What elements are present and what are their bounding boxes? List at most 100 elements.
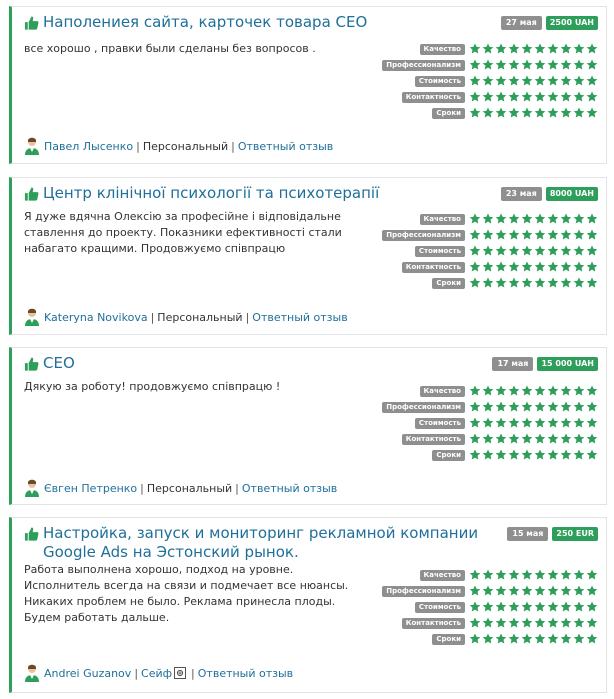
thumbs-up-icon xyxy=(24,357,39,371)
star-icon xyxy=(534,601,546,612)
star-icon xyxy=(534,617,546,628)
star-icon xyxy=(482,601,494,612)
star-icon xyxy=(508,229,520,240)
star-icon xyxy=(521,277,533,288)
stars xyxy=(469,261,598,273)
star-icon xyxy=(469,417,481,428)
rating-label: Качество xyxy=(419,43,465,55)
price-badge: 8000 UAH xyxy=(545,187,598,201)
author-link[interactable]: Andrei Guzanov xyxy=(44,667,131,680)
rating-row: Сроки xyxy=(418,447,598,463)
star-icon xyxy=(534,277,546,288)
star-icon xyxy=(495,245,507,256)
avatar-icon xyxy=(25,664,39,682)
star-icon xyxy=(534,91,546,102)
separator: | xyxy=(150,310,155,324)
rating-row: Стоимость xyxy=(414,599,598,615)
star-icon xyxy=(495,617,507,628)
author-link[interactable]: Kateryna Novikova xyxy=(44,311,148,324)
star-icon xyxy=(495,417,507,428)
reply-link[interactable]: Ответный отзыв xyxy=(242,482,337,495)
rating-label: Профессионализм xyxy=(382,229,465,241)
star-icon xyxy=(508,75,520,86)
star-icon xyxy=(469,43,481,54)
star-icon xyxy=(586,601,598,612)
safe-deal-link[interactable]: Сейф xyxy=(141,667,172,680)
rating-row: Качество xyxy=(418,383,598,399)
rating-label: Качество xyxy=(419,213,465,225)
star-icon xyxy=(508,401,520,412)
reply-link[interactable]: Ответный отзыв xyxy=(252,311,347,324)
avatar-icon xyxy=(25,137,39,155)
review-title[interactable]: Центр клінічної психології та психотерап… xyxy=(43,184,379,203)
star-icon xyxy=(521,59,533,70)
star-icon xyxy=(482,43,494,54)
stars xyxy=(469,601,598,613)
star-icon xyxy=(521,385,533,396)
review-text: Я дуже вдячна Олексію за професійне і ві… xyxy=(24,210,342,255)
star-icon xyxy=(586,633,598,644)
ratings-block: Качество Профессионализм Стоимость Конта… xyxy=(382,41,598,121)
star-icon xyxy=(495,385,507,396)
thumbs-up-icon xyxy=(24,16,39,30)
rating-row: Качество xyxy=(418,567,598,583)
star-icon xyxy=(521,75,533,86)
star-icon xyxy=(547,569,559,580)
reply-link[interactable]: Ответный отзыв xyxy=(198,667,293,680)
star-icon xyxy=(482,229,494,240)
review-type: Персональный xyxy=(142,139,229,153)
star-icon xyxy=(573,277,585,288)
star-icon xyxy=(508,213,520,224)
author-link[interactable]: Євген Петренко xyxy=(44,482,137,495)
review-text: Дякую за роботу! продовжуємо співпрацю ! xyxy=(24,380,281,393)
stars xyxy=(469,569,598,581)
avatar-icon xyxy=(25,308,39,326)
star-icon xyxy=(469,229,481,240)
star-icon xyxy=(521,633,533,644)
ratings-block: Качество Профессионализм Стоимость Конта… xyxy=(382,383,598,463)
star-icon xyxy=(560,75,572,86)
star-icon xyxy=(508,417,520,428)
star-icon xyxy=(560,601,572,612)
review-title[interactable]: Наполениея сайта, карточек товара СЕО xyxy=(43,13,367,32)
date-badge: 17 мая xyxy=(492,357,534,371)
rating-label: Контактность xyxy=(401,91,465,103)
star-icon xyxy=(547,229,559,240)
star-icon xyxy=(482,385,494,396)
review-title[interactable]: Настройка, запуск и мониторинг рекламной… xyxy=(43,524,494,562)
star-icon xyxy=(495,401,507,412)
star-icon xyxy=(534,107,546,118)
ratings-block: Качество Профессионализм Стоимость Конта… xyxy=(382,567,598,647)
star-icon xyxy=(469,569,481,580)
review-title[interactable]: СЕО xyxy=(43,354,75,373)
separator: | xyxy=(245,310,250,324)
star-icon xyxy=(560,633,572,644)
star-icon xyxy=(508,617,520,628)
star-icon xyxy=(586,585,598,596)
star-icon xyxy=(547,417,559,428)
star-icon xyxy=(469,91,481,102)
reply-link[interactable]: Ответный отзыв xyxy=(238,140,333,153)
rating-label: Качество xyxy=(419,569,465,581)
stars xyxy=(469,417,598,429)
star-icon xyxy=(560,385,572,396)
star-icon xyxy=(573,617,585,628)
star-icon xyxy=(573,43,585,54)
stars xyxy=(469,617,598,629)
rating-row: Сроки xyxy=(418,275,598,291)
rating-label: Сроки xyxy=(432,633,465,645)
star-icon xyxy=(534,633,546,644)
star-icon xyxy=(560,585,572,596)
star-icon xyxy=(469,385,481,396)
star-icon xyxy=(560,433,572,444)
avatar-icon xyxy=(25,479,39,497)
reviews-list: Наполениея сайта, карточек товара СЕО 27… xyxy=(0,0,614,699)
star-icon xyxy=(521,417,533,428)
star-icon xyxy=(521,569,533,580)
star-icon xyxy=(534,417,546,428)
star-icon xyxy=(469,261,481,272)
star-icon xyxy=(534,449,546,460)
author-link[interactable]: Павел Лысенко xyxy=(44,140,133,153)
star-icon xyxy=(482,59,494,70)
star-icon xyxy=(482,633,494,644)
